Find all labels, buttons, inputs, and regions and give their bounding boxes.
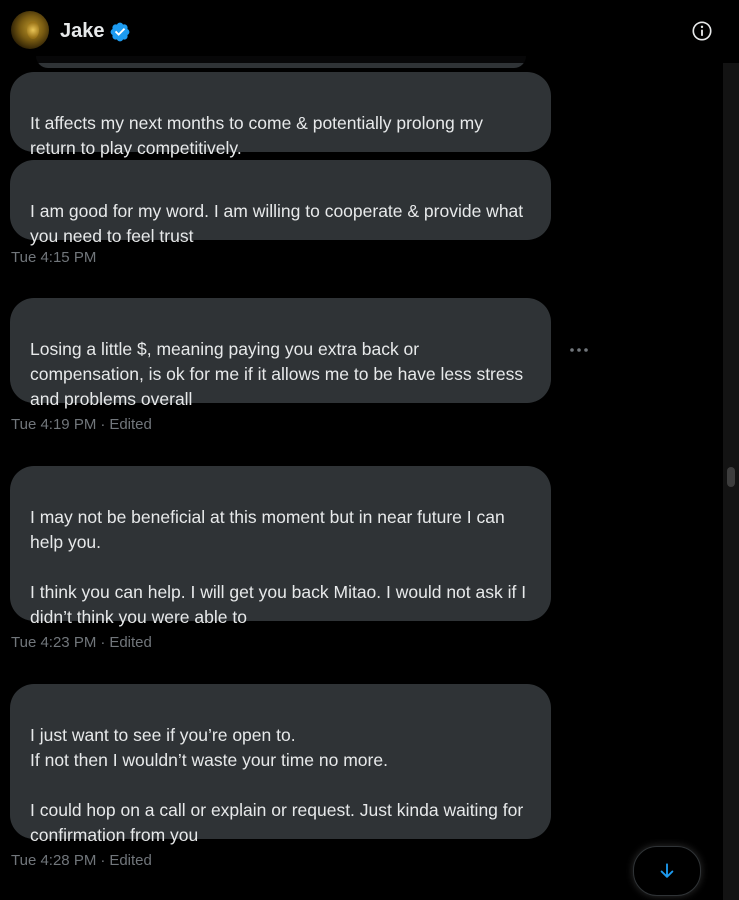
message-text: Losing a little $, meaning paying you ex… xyxy=(30,339,524,409)
message-bubble[interactable]: I just want to see if you’re open to. If… xyxy=(10,684,551,845)
timestamp-time: Tue 4:19 PM xyxy=(11,416,97,433)
message-timestamp: Tue 4:28 PM · Edited xyxy=(11,852,152,870)
scrollbar[interactable] xyxy=(723,63,739,900)
message-bubble[interactable]: I may not be beneficial at this moment b… xyxy=(10,466,551,627)
edited-label: Edited xyxy=(109,634,152,651)
avatar[interactable] xyxy=(11,11,49,49)
info-icon[interactable] xyxy=(691,20,713,42)
message-bubble[interactable]: It affects my next months to come & pote… xyxy=(10,72,551,158)
avatar-image xyxy=(27,21,39,39)
verified-badge-icon xyxy=(110,22,130,42)
message-bubble[interactable]: I am good for my word. I am willing to c… xyxy=(10,160,551,246)
arrow-down-icon xyxy=(660,863,674,878)
timestamp-time: Tue 4:15 PM xyxy=(11,249,97,266)
conversation-header: Jake xyxy=(0,0,739,63)
edited-label: Edited xyxy=(109,416,152,433)
timestamp-time: Tue 4:23 PM xyxy=(11,634,97,651)
message-timestamp: Tue 4:15 PM xyxy=(11,249,96,267)
message-timestamp: Tue 4:19 PM · Edited xyxy=(11,416,152,434)
timestamp-separator: · xyxy=(100,634,106,651)
timestamp-separator: · xyxy=(100,852,106,869)
message-thread[interactable]: It affects my next months to come & pote… xyxy=(0,0,722,900)
message-text: I just want to see if you’re open to. If… xyxy=(30,725,524,845)
message-timestamp: Tue 4:23 PM · Edited xyxy=(11,634,152,652)
message-text: It affects my next months to come & pote… xyxy=(30,113,483,158)
more-options-icon[interactable] xyxy=(566,342,592,358)
timestamp-separator: · xyxy=(100,416,106,433)
scroll-to-bottom-button[interactable] xyxy=(633,846,701,896)
message-text: I may not be beneficial at this moment b… xyxy=(30,507,527,627)
message-text: I am good for my word. I am willing to c… xyxy=(30,201,524,246)
dm-conversation-window: It affects my next months to come & pote… xyxy=(0,0,739,900)
contact-name[interactable]: Jake xyxy=(60,19,105,43)
message-bubble[interactable]: Losing a little $, meaning paying you ex… xyxy=(10,298,551,409)
timestamp-time: Tue 4:28 PM xyxy=(11,852,97,869)
edited-label: Edited xyxy=(109,852,152,869)
scrollbar-thumb[interactable] xyxy=(727,467,735,487)
